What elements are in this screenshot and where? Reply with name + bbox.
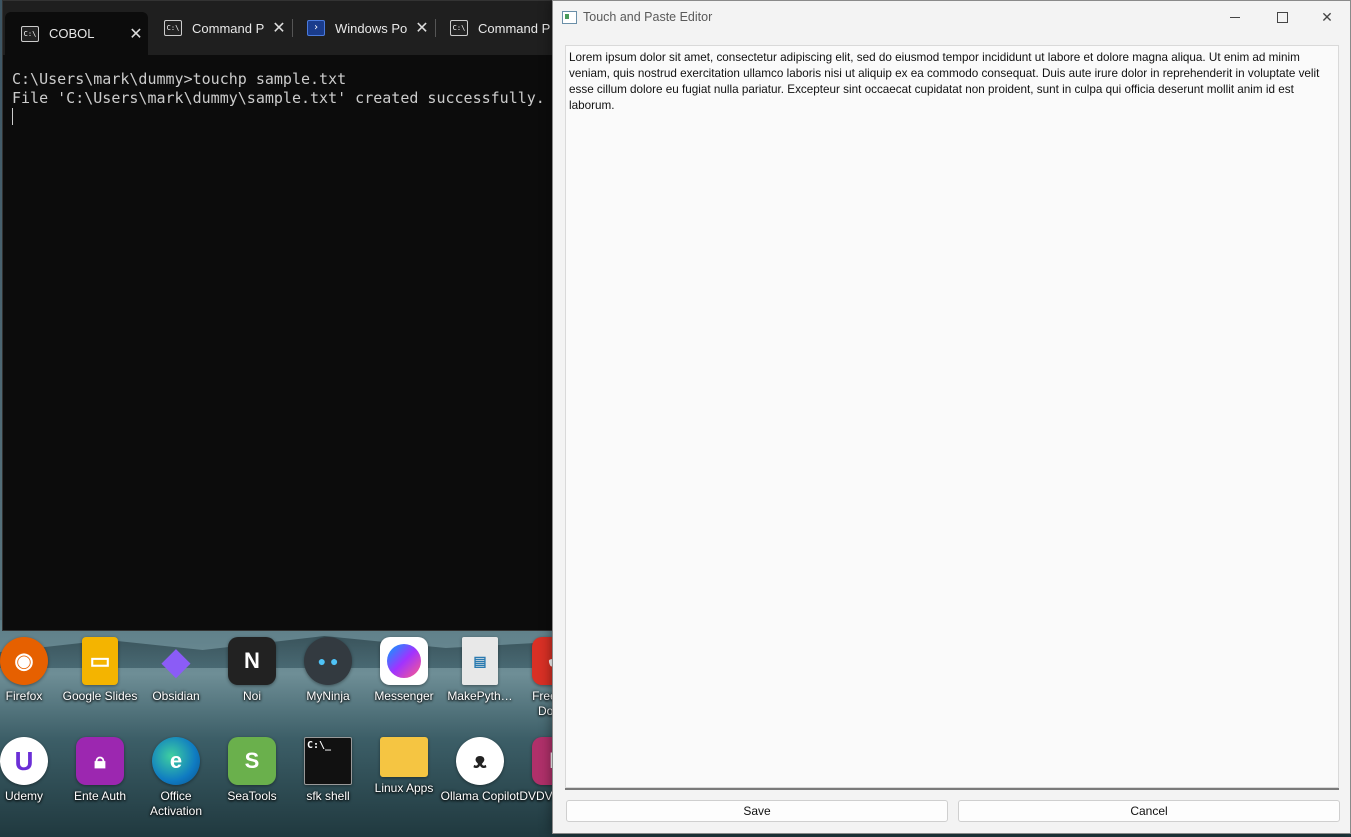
slides-icon: ▭: [82, 637, 118, 685]
udemy-icon: U: [0, 737, 48, 785]
desktop-icon-obsidian[interactable]: ◆ Obsidian: [138, 637, 214, 727]
maximize-icon: [1276, 12, 1288, 23]
close-icon[interactable]: ✕: [267, 18, 291, 38]
messenger-icon: [380, 637, 428, 685]
desktop-icon-myninja[interactable]: ● ● MyNinja: [290, 637, 366, 727]
desktop-icon-noi[interactable]: N Noi: [214, 637, 290, 727]
cmd-icon: C:\: [21, 25, 39, 42]
text-cursor: [12, 108, 13, 125]
terminal-window[interactable]: C:\ COBOL ✕ C:\ Command P ✕ › Windows Po…: [2, 0, 564, 631]
minimize-button[interactable]: [1212, 1, 1258, 34]
desktop-icon-messenger[interactable]: Messenger: [366, 637, 442, 727]
desktop-icon-makepython[interactable]: ▤ MakePyth…: [442, 637, 518, 727]
window-title: Touch and Paste Editor: [583, 10, 713, 24]
desktop-icon-google-slides[interactable]: ▭ Google Slides: [62, 637, 138, 727]
cmd-icon: C:\: [164, 20, 182, 36]
close-window-button[interactable]: ✕: [1304, 1, 1350, 34]
obsidian-icon: ◆: [162, 640, 190, 681]
save-button[interactable]: Save: [566, 800, 948, 822]
close-icon[interactable]: ✕: [124, 24, 148, 44]
tab-command-prompt-1[interactable]: C:\ Command P ✕: [148, 12, 291, 44]
terminal-line: C:\Users\mark\dummy>touchp sample.txt: [12, 70, 347, 88]
tab-cobol[interactable]: C:\ COBOL ✕: [5, 12, 148, 55]
app-icon: [562, 11, 577, 24]
ninja-icon: ● ●: [304, 637, 352, 685]
minimize-icon: [1230, 17, 1240, 18]
desktop-icon-firefox[interactable]: ◉ Firefox: [0, 637, 62, 727]
desktop-icon-ente-auth[interactable]: 🔒︎ Ente Auth: [62, 737, 138, 827]
cancel-button[interactable]: Cancel: [958, 800, 1340, 822]
desktop-icon-sfk-shell[interactable]: C:\_ sfk shell: [290, 737, 366, 827]
desktop-icon-udemy[interactable]: U Udemy: [0, 737, 62, 827]
editor-text-area[interactable]: Lorem ipsum dolor sit amet, consectetur …: [565, 45, 1339, 788]
desktop-icon-seatools[interactable]: S SeaTools: [214, 737, 290, 827]
editor-window[interactable]: Touch and Paste Editor ✕ Lorem ipsum dol…: [552, 0, 1351, 834]
text-area-border: [565, 788, 1339, 790]
noi-icon: N: [228, 637, 276, 685]
title-bar[interactable]: Touch and Paste Editor ✕: [553, 1, 1350, 34]
lock-icon: 🔒︎: [76, 737, 124, 785]
terminal-tab-bar: C:\ COBOL ✕ C:\ Command P ✕ › Windows Po…: [3, 1, 563, 55]
terminal-line: File 'C:\Users\mark\dummy\sample.txt' cr…: [12, 89, 545, 107]
folder-icon: [380, 737, 428, 777]
powershell-icon: ›: [307, 20, 325, 36]
file-icon: ▤: [462, 637, 498, 685]
edge-icon: e: [152, 737, 200, 785]
close-icon: ✕: [1321, 9, 1333, 25]
seatools-icon: S: [228, 737, 276, 785]
terminal-icon: C:\_: [304, 737, 352, 785]
close-icon[interactable]: ✕: [410, 18, 434, 38]
terminal-output[interactable]: C:\Users\mark\dummy>touchp sample.txt Fil…: [12, 70, 557, 127]
tab-command-prompt-2[interactable]: C:\ Command P: [434, 12, 554, 44]
cmd-icon: C:\: [450, 20, 468, 36]
firefox-icon: ◉: [0, 637, 48, 685]
maximize-button[interactable]: [1259, 1, 1305, 34]
desktop-icon-linux-apps[interactable]: Linux Apps: [366, 737, 442, 827]
desktop-icon-office-activation[interactable]: e Office Activation: [138, 737, 214, 827]
desktop-icon-ollama-copilot[interactable]: ᴥ Ollama Copilot: [441, 737, 519, 827]
tab-windows-powershell[interactable]: › Windows Po ✕: [291, 12, 434, 44]
ollama-icon: ᴥ: [456, 737, 504, 785]
